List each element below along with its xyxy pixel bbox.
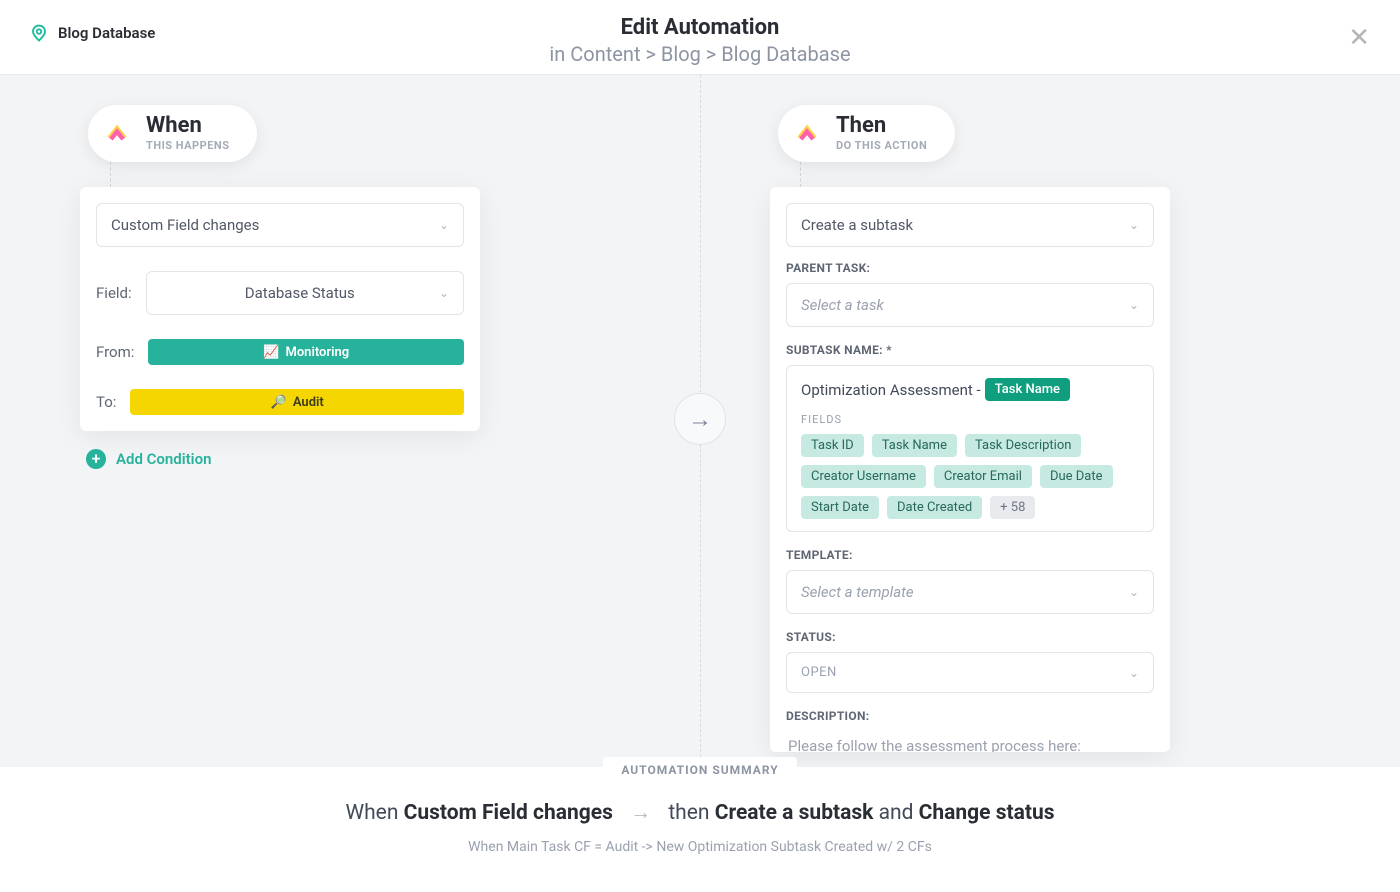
parent-task-select[interactable]: Select a task ⌄: [786, 283, 1154, 327]
action-select[interactable]: Create a subtask ⌄: [786, 203, 1154, 247]
status-select[interactable]: OPEN ⌄: [786, 652, 1154, 693]
close-button[interactable]: ✕: [1348, 24, 1370, 50]
automation-canvas: → When THIS HAPPENS Custom Field changes…: [0, 75, 1400, 767]
chevron-down-icon: ⌄: [1129, 666, 1139, 680]
flow-arrow: →: [674, 393, 726, 445]
then-column: Then DO THIS ACTION Create a subtask ⌄ P…: [770, 105, 1170, 752]
summary-sub: When Main Task CF = Audit -> New Optimiz…: [468, 839, 932, 855]
monitoring-icon: 📈: [263, 345, 279, 360]
modal-header: Blog Database Edit Automation in Content…: [0, 0, 1400, 75]
add-condition-label: Add Condition: [116, 450, 211, 468]
subtask-name-label: SUBTASK NAME: *: [786, 343, 1154, 357]
field-value: Database Status: [161, 284, 439, 302]
when-stem: [110, 162, 111, 187]
to-status-select[interactable]: 🔎 Audit: [130, 389, 464, 415]
chevron-down-icon: ⌄: [1129, 298, 1139, 312]
to-label: To:: [96, 393, 116, 411]
field-chips: Task ID Task Name Task Description Creat…: [801, 434, 1139, 519]
arrow-right-icon: →: [688, 405, 712, 434]
when-title: When: [146, 115, 229, 137]
chevron-down-icon: ⌄: [439, 218, 449, 232]
then-title: Then: [836, 115, 927, 137]
close-icon: ✕: [1348, 22, 1370, 52]
field-chip[interactable]: Date Created: [887, 496, 982, 519]
arrow-right-icon: →: [630, 801, 651, 825]
trigger-card: Custom Field changes ⌄ Field: Database S…: [80, 187, 480, 431]
page-title: Edit Automation: [30, 15, 1370, 40]
breadcrumb: in Content > Blog > Blog Database: [30, 42, 1370, 66]
template-placeholder: Select a template: [801, 583, 914, 601]
from-label: From:: [96, 343, 134, 361]
subtask-name-token[interactable]: Task Name: [985, 378, 1070, 401]
chevron-down-icon: ⌄: [1129, 585, 1139, 599]
when-pill: When THIS HAPPENS: [88, 105, 257, 162]
then-pill: Then DO THIS ACTION: [778, 105, 955, 162]
trigger-select[interactable]: Custom Field changes ⌄: [96, 203, 464, 247]
field-chip[interactable]: Due Date: [1040, 465, 1113, 488]
location-indicator[interactable]: Blog Database: [30, 24, 155, 42]
field-select[interactable]: Database Status ⌄: [146, 271, 464, 315]
chevron-down-icon: ⌄: [439, 286, 449, 300]
description-label: DESCRIPTION:: [786, 709, 1154, 723]
when-column: When THIS HAPPENS Custom Field changes ⌄…: [80, 105, 480, 469]
plus-icon: +: [86, 449, 106, 469]
location-text: Blog Database: [58, 24, 155, 42]
summary-pill: AUTOMATION SUMMARY: [603, 757, 796, 783]
summary-main: When Custom Field changes → then Create …: [345, 801, 1054, 825]
status-value: OPEN: [801, 665, 837, 680]
more-fields-chip[interactable]: + 58: [990, 496, 1035, 519]
field-chip[interactable]: Task Description: [965, 434, 1081, 457]
add-condition-button[interactable]: + Add Condition: [86, 449, 480, 469]
field-chip[interactable]: Creator Email: [934, 465, 1032, 488]
field-chip[interactable]: Creator Username: [801, 465, 926, 488]
chevron-down-icon: ⌄: [1129, 218, 1139, 232]
template-label: TEMPLATE:: [786, 548, 1154, 562]
then-stem: [800, 162, 801, 187]
to-status-value: Audit: [293, 395, 324, 410]
summary-footer: AUTOMATION SUMMARY When Custom Field cha…: [0, 767, 1400, 892]
clickup-logo-icon: [792, 119, 822, 149]
status-label: STATUS:: [786, 630, 1154, 644]
description-input[interactable]: Please follow the assessment process her…: [786, 731, 1154, 752]
fields-label: FIELDS: [801, 413, 1139, 426]
parent-task-placeholder: Select a task: [801, 296, 884, 314]
from-status-select[interactable]: 📈 Monitoring: [148, 339, 464, 365]
template-select[interactable]: Select a template ⌄: [786, 570, 1154, 614]
from-status-value: Monitoring: [285, 345, 349, 360]
audit-icon: 🔎: [271, 395, 287, 410]
subtask-name-text: Optimization Assessment -: [801, 381, 981, 399]
location-pin-icon: [30, 24, 48, 42]
subtask-name-input[interactable]: Optimization Assessment - Task Name FIEL…: [786, 365, 1154, 532]
action-value: Create a subtask: [801, 216, 913, 234]
trigger-value: Custom Field changes: [111, 216, 259, 234]
field-chip[interactable]: Start Date: [801, 496, 879, 519]
field-chip[interactable]: Task Name: [872, 434, 957, 457]
clickup-logo-icon: [102, 119, 132, 149]
field-chip[interactable]: Task ID: [801, 434, 864, 457]
action-card: Create a subtask ⌄ PARENT TASK: Select a…: [770, 187, 1170, 752]
then-subtitle: DO THIS ACTION: [836, 139, 927, 152]
field-label: Field:: [96, 284, 132, 302]
when-subtitle: THIS HAPPENS: [146, 139, 229, 152]
parent-task-label: PARENT TASK:: [786, 261, 1154, 275]
